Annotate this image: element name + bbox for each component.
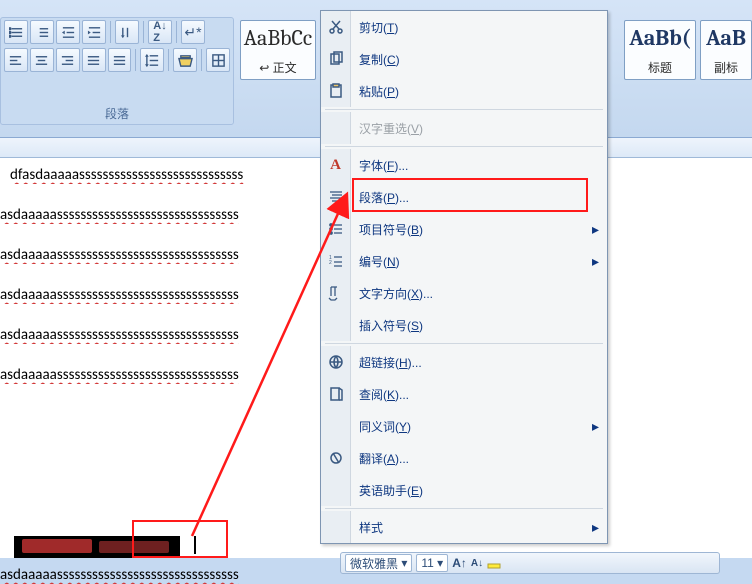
menu-item-粘贴[interactable]: 粘贴(P) <box>321 75 607 107</box>
textdir-icon <box>321 277 351 309</box>
menu-item-label: 超链接(H)... <box>359 354 599 371</box>
style-preview: AaBbCc <box>244 25 312 51</box>
highlight-icon[interactable] <box>487 555 501 572</box>
text-cursor <box>194 536 196 554</box>
menu-item-同义词[interactable]: 同义词(Y) ▸ <box>321 410 607 442</box>
blank-icon <box>321 474 351 506</box>
translate-icon <box>321 442 351 474</box>
line-spacing-button[interactable] <box>140 48 164 72</box>
submenu-arrow-icon: ▸ <box>592 253 599 270</box>
menu-item-label: 查阅(K)... <box>359 386 599 403</box>
submenu-arrow-icon: ▸ <box>592 519 599 536</box>
blank-icon <box>321 112 351 144</box>
svg-text:2: 2 <box>329 260 332 266</box>
styles-gallery: AaBbCc ↩ 正文 <box>240 20 316 118</box>
menu-item-label: 翻译(A)... <box>359 450 599 467</box>
menu-item-label: 同义词(Y) <box>359 418 584 435</box>
style-name: 标题 <box>648 59 672 76</box>
submenu-arrow-icon: ▸ <box>592 418 599 435</box>
style-name: ↩ 正文 <box>259 59 296 76</box>
menu-item-label: 粘贴(P) <box>359 83 599 100</box>
menu-item-label: 编号(N) <box>359 253 584 270</box>
blank-icon <box>321 410 351 442</box>
paste-icon <box>321 75 351 107</box>
menu-item-label: 汉字重选(V) <box>359 120 599 137</box>
style-normal[interactable]: AaBbCc ↩ 正文 <box>240 20 316 80</box>
bullets-icon <box>321 213 351 245</box>
blank-icon <box>321 511 351 543</box>
menu-item-汉字重选: 汉字重选(V) <box>321 112 607 144</box>
menu-item-编号[interactable]: 12 编号(N) ▸ <box>321 245 607 277</box>
mini-size-select[interactable]: 11 ▾ <box>416 554 448 572</box>
borders-button[interactable] <box>206 48 230 72</box>
menu-item-段落[interactable]: 段落(P)... <box>321 181 607 213</box>
menu-item-复制[interactable]: 复制(C) <box>321 43 607 75</box>
mini-floating-toolbar[interactable]: 微软雅黑 ▾ 11 ▾ A↑ A↓ <box>340 552 720 574</box>
style-name: 副标 <box>714 59 738 76</box>
mini-font-select[interactable]: 微软雅黑 ▾ <box>345 554 412 572</box>
menu-item-超链接[interactable]: 超链接(H)... <box>321 346 607 378</box>
menu-item-label: 项目符号(B) <box>359 221 584 238</box>
numbers-icon: 12 <box>321 245 351 277</box>
style-subtitle[interactable]: AaB 副标 <box>700 20 752 80</box>
blank-icon <box>321 309 351 341</box>
menu-item-插入符号[interactable]: 插入符号(S) <box>321 309 607 341</box>
grow-font-icon[interactable]: A↑ <box>452 556 467 570</box>
menu-item-label: 段落(P)... <box>359 189 599 206</box>
shading-button[interactable] <box>173 48 197 72</box>
align-justify-button[interactable] <box>82 48 106 72</box>
show-marks-button[interactable]: ↵* <box>181 20 205 44</box>
menu-item-label: 样式 <box>359 519 584 536</box>
paragraph-group: A↓Z ↵* 段落 <box>0 17 234 125</box>
menu-item-样式[interactable]: 样式 ▸ <box>321 511 607 543</box>
numbering-button[interactable] <box>30 20 54 44</box>
font-icon: A <box>321 149 351 181</box>
menu-item-查阅[interactable]: 查阅(K)... <box>321 378 607 410</box>
style-preview: AaB <box>706 25 746 51</box>
align-left-button[interactable] <box>4 48 28 72</box>
lookup-icon <box>321 378 351 410</box>
shrink-font-icon[interactable]: A↓ <box>471 558 483 569</box>
menu-item-label: 复制(C) <box>359 51 599 68</box>
menu-item-翻译[interactable]: 翻译(A)... <box>321 442 607 474</box>
text-direction-button[interactable] <box>115 20 139 44</box>
copy-icon <box>321 43 351 75</box>
cut-icon <box>321 11 351 43</box>
bullets-button[interactable] <box>4 20 28 44</box>
menu-item-文字方向[interactable]: 文字方向(X)... <box>321 277 607 309</box>
menu-item-label: 字体(F)... <box>359 157 599 174</box>
outdent-button[interactable] <box>56 20 80 44</box>
menu-item-label: 英语助手(E) <box>359 482 599 499</box>
indent-button[interactable] <box>82 20 106 44</box>
menu-item-label: 文字方向(X)... <box>359 285 599 302</box>
para-icon <box>321 181 351 213</box>
menu-item-英语助手[interactable]: 英语助手(E) <box>321 474 607 506</box>
document-line[interactable]: asdaaaaasssssssssssssssssssssssssssssss <box>0 566 330 584</box>
menu-item-label: 剪切(T) <box>359 19 599 36</box>
style-heading[interactable]: AaBb( 标题 <box>624 20 696 80</box>
paragraph-group-label: 段落 <box>1 105 233 122</box>
style-preview: AaBb( <box>629 25 690 51</box>
align-center-button[interactable] <box>30 48 54 72</box>
align-distribute-button[interactable] <box>108 48 132 72</box>
link-icon <box>321 346 351 378</box>
submenu-arrow-icon: ▸ <box>592 221 599 238</box>
align-right-button[interactable] <box>56 48 80 72</box>
inserted-image[interactable] <box>14 536 180 558</box>
menu-item-项目符号[interactable]: 项目符号(B) ▸ <box>321 213 607 245</box>
menu-item-字体[interactable]: A 字体(F)... <box>321 149 607 181</box>
menu-item-label: 插入符号(S) <box>359 317 599 334</box>
menu-item-剪切[interactable]: 剪切(T) <box>321 11 607 43</box>
context-menu: 剪切(T) 复制(C) 粘贴(P) 汉字重选(V) A 字体(F)... 段落(P)... 项… <box>320 10 608 544</box>
sort-button[interactable]: A↓Z <box>148 20 172 44</box>
